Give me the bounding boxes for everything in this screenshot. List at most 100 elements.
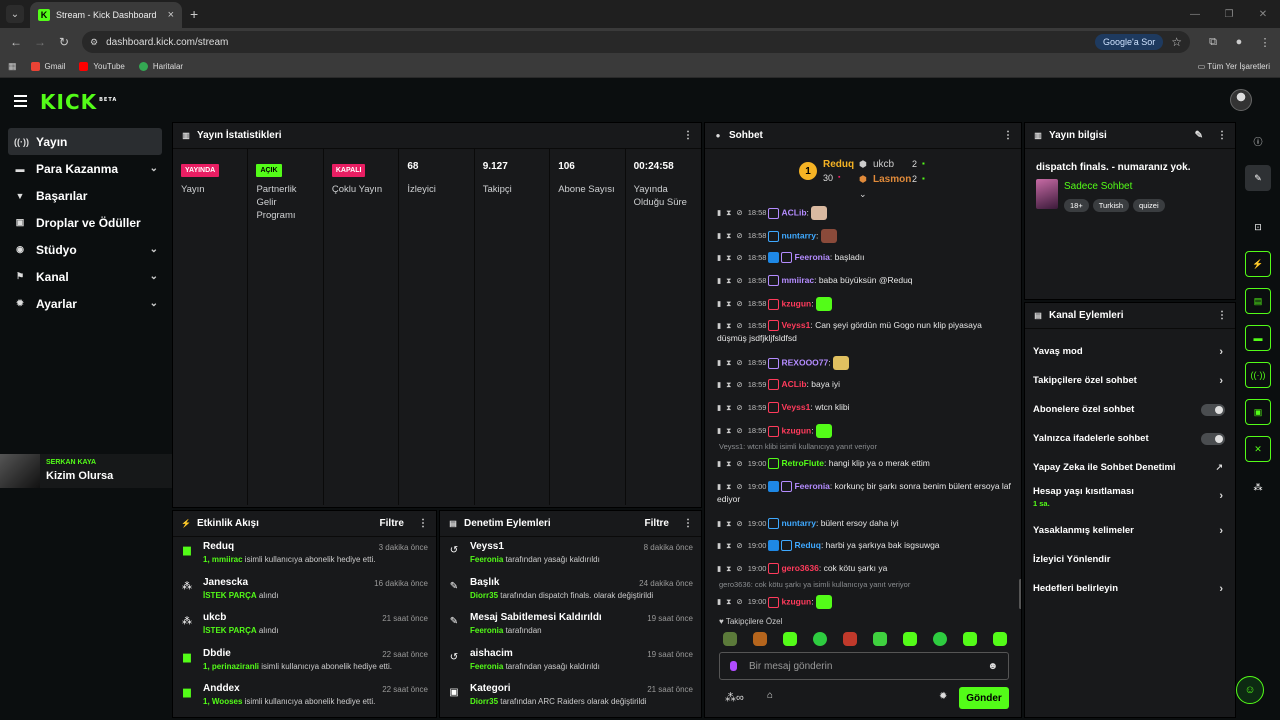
ban-icon[interactable]: ⊘ xyxy=(736,321,742,330)
ban-icon[interactable]: ⊘ xyxy=(736,459,742,468)
ban-icon[interactable]: ⊘ xyxy=(736,597,742,606)
kick-logo[interactable]: KICK BETA xyxy=(40,90,117,114)
emoji-icon[interactable]: ☻ xyxy=(987,661,998,672)
action-slow-mode[interactable]: Yavaş mod › xyxy=(1025,337,1235,366)
emote-icon[interactable] xyxy=(963,632,977,646)
action-account-age[interactable]: Hesap yaşı kısıtlaması 1 sa. › xyxy=(1025,482,1235,516)
restore-icon[interactable]: ❐ xyxy=(1212,0,1246,28)
timeout-icon[interactable]: ⧗ xyxy=(726,321,731,330)
emote-icon[interactable] xyxy=(993,632,1007,646)
info-icon[interactable]: ⓘ xyxy=(1245,128,1271,154)
chat-username[interactable]: kzugun xyxy=(781,298,811,308)
ban-icon[interactable]: ⊘ xyxy=(736,403,742,412)
emote-icon[interactable] xyxy=(843,632,857,646)
timeout-icon[interactable]: ⧗ xyxy=(726,482,731,491)
more-options-icon[interactable]: ⋮ xyxy=(418,518,428,529)
minimize-icon[interactable]: — xyxy=(1178,0,1212,28)
google-sor-button[interactable]: Google'a Sor xyxy=(1094,34,1164,50)
ban-icon[interactable]: ⊘ xyxy=(736,380,742,389)
url-text[interactable]: dashboard.kick.com/stream xyxy=(106,37,1095,48)
edit-icon[interactable]: ✎ xyxy=(1195,130,1203,141)
chat-username[interactable]: ACLib xyxy=(781,207,806,217)
chat-username[interactable]: kzugun xyxy=(781,596,811,606)
reload-icon[interactable]: ↻ xyxy=(52,35,76,49)
site-info-icon[interactable]: ⚙ xyxy=(90,37,98,48)
tab-search-icon[interactable]: ⌄ xyxy=(6,5,24,23)
chat-username[interactable]: Veyss1 xyxy=(781,402,810,412)
sidebar-item-ayarlar[interactable]: ✹ Ayarlar ⌄ xyxy=(0,290,170,317)
omnibox[interactable]: ⚙ dashboard.kick.com/stream Google'a Sor… xyxy=(82,31,1190,53)
emote-icon[interactable] xyxy=(813,632,827,646)
store-icon[interactable]: ⌂ xyxy=(767,690,773,701)
action-goals[interactable]: Hedefleri belirleyin › xyxy=(1025,574,1235,603)
chat-username[interactable]: nuntarry xyxy=(781,518,815,528)
bookmark-star-icon[interactable]: ☆ xyxy=(1171,35,1182,49)
ban-icon[interactable]: ⊘ xyxy=(736,208,742,217)
chat-username[interactable]: kzugun xyxy=(781,425,811,435)
delete-icon[interactable]: ▮ xyxy=(717,519,721,528)
delete-icon[interactable]: ▮ xyxy=(717,482,721,491)
category-name[interactable]: Sadece Sohbet xyxy=(1064,181,1132,192)
more-options-icon[interactable]: ⋮ xyxy=(683,518,693,529)
sidebar-item-studyo[interactable]: ◉ Stüdyo ⌄ xyxy=(0,236,170,263)
chat-username[interactable]: ACLib xyxy=(781,379,806,389)
wrench-icon[interactable]: ✕ xyxy=(1245,436,1271,462)
profile-icon[interactable]: ● xyxy=(1226,36,1252,48)
bookmark-youtube[interactable]: YouTube xyxy=(79,62,125,71)
chat-username[interactable]: REXOOO77 xyxy=(781,357,828,367)
more-options-icon[interactable]: ⋮ xyxy=(1217,130,1227,141)
action-ai-moderation[interactable]: Yapay Zeka ile Sohbet Denetimi ↗ xyxy=(1025,453,1235,482)
action-host[interactable]: İzleyici Yönlendir xyxy=(1025,545,1235,574)
chat-input-placeholder[interactable]: Bir mesaj gönderin xyxy=(749,661,987,672)
forward-icon[interactable]: → xyxy=(28,35,52,49)
bookmark-gmail[interactable]: Gmail xyxy=(30,62,65,71)
emote-icon[interactable] xyxy=(903,632,917,646)
more-options-icon[interactable]: ⋮ xyxy=(683,130,693,141)
timeout-icon[interactable]: ⧗ xyxy=(726,231,731,240)
timeout-icon[interactable]: ⧗ xyxy=(726,564,731,573)
apps-grid-icon[interactable]: ▦ xyxy=(8,61,17,72)
sidebar-item-yayin[interactable]: ((·)) Yayın xyxy=(8,128,162,155)
sidebar-item-para-kazanma[interactable]: ▬ Para Kazanma ⌄ xyxy=(0,155,170,182)
timeout-icon[interactable]: ⧗ xyxy=(726,541,731,550)
delete-icon[interactable]: ▮ xyxy=(717,564,721,573)
edit-icon[interactable]: ✎ xyxy=(1245,165,1271,191)
broadcast-icon[interactable]: ((·)) xyxy=(1245,362,1271,388)
ban-icon[interactable]: ⊘ xyxy=(736,426,742,435)
ban-icon[interactable]: ⊘ xyxy=(736,358,742,367)
close-tab-icon[interactable]: × xyxy=(168,9,174,21)
document-icon[interactable]: ▤ xyxy=(1245,288,1271,314)
delete-icon[interactable]: ▮ xyxy=(717,299,721,308)
moderation-icon[interactable]: ▣ xyxy=(1245,399,1271,425)
browser-tab[interactable]: K Stream - Kick Dashboard × xyxy=(30,2,182,28)
timeout-icon[interactable]: ⧗ xyxy=(726,208,731,217)
delete-icon[interactable]: ▮ xyxy=(717,358,721,367)
help-chat-icon[interactable]: ☺ xyxy=(1236,676,1264,704)
chat-input[interactable]: Bir mesaj gönderin ☻ xyxy=(719,652,1009,680)
more-options-icon[interactable]: ⋮ xyxy=(1217,310,1227,321)
category-thumbnail[interactable] xyxy=(1036,179,1058,209)
crop-icon[interactable]: ⊡ xyxy=(1245,214,1271,240)
ban-icon[interactable]: ⊘ xyxy=(736,482,742,491)
emote-icon[interactable] xyxy=(933,632,947,646)
action-banned-words[interactable]: Yasaklanmış kelimeler › xyxy=(1025,516,1235,545)
delete-icon[interactable]: ▮ xyxy=(717,276,721,285)
tag[interactable]: Turkish xyxy=(1092,199,1130,212)
sidebar-item-kanal[interactable]: ⚑ Kanal ⌄ xyxy=(0,263,170,290)
ban-icon[interactable]: ⊘ xyxy=(736,253,742,262)
kicks-icon[interactable]: ⁂∞ xyxy=(725,691,744,704)
delete-icon[interactable]: ▮ xyxy=(717,426,721,435)
chat-username[interactable]: nuntarry xyxy=(781,230,815,240)
send-button[interactable]: Gönder xyxy=(959,687,1009,709)
new-tab-icon[interactable]: + xyxy=(190,6,198,22)
timeout-icon[interactable]: ⧗ xyxy=(726,519,731,528)
ban-icon[interactable]: ⊘ xyxy=(736,276,742,285)
timeout-icon[interactable]: ⧗ xyxy=(726,403,731,412)
chat-username[interactable]: Reduq xyxy=(794,540,820,550)
chat-username[interactable]: gero3636 xyxy=(781,563,818,573)
timeout-icon[interactable]: ⧗ xyxy=(726,597,731,606)
back-icon[interactable]: ← xyxy=(4,35,28,49)
filter-button[interactable]: Filtre xyxy=(380,518,404,529)
tag[interactable]: quizei xyxy=(1133,199,1165,212)
emote-icon[interactable] xyxy=(753,632,767,646)
